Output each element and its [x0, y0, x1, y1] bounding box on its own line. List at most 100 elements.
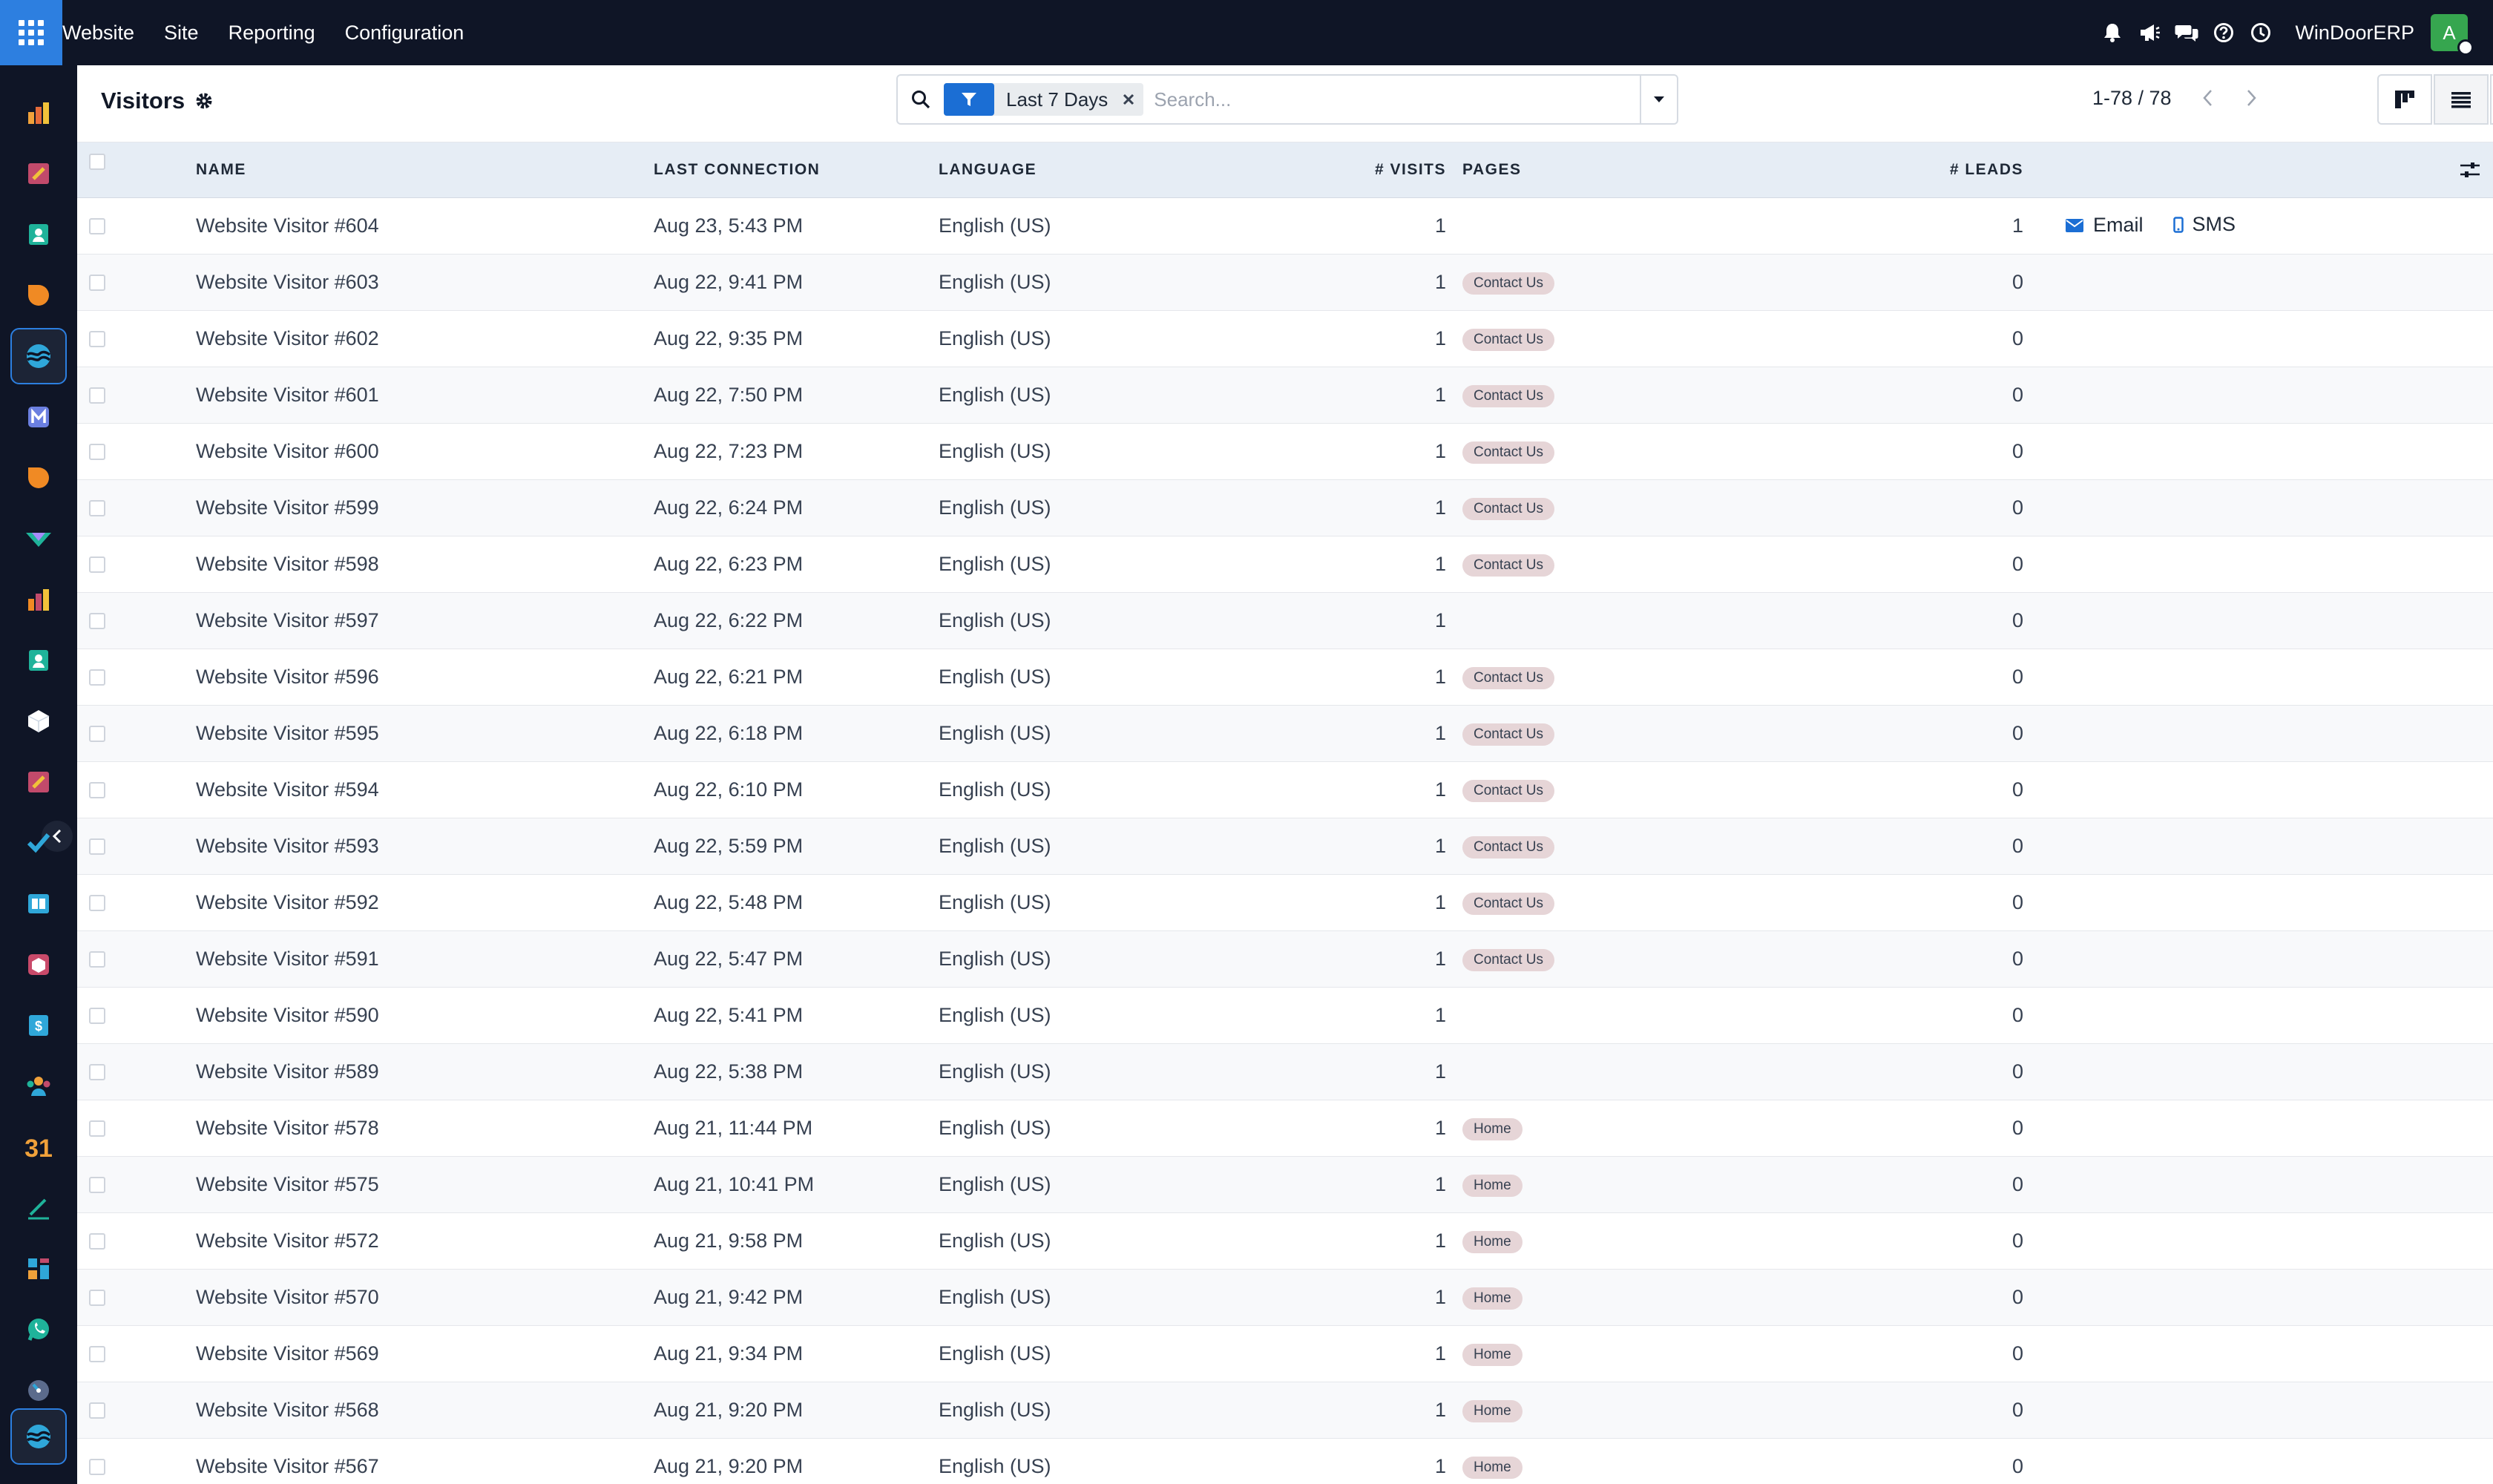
table-row[interactable]: Website Visitor #578 Aug 21, 11:44 PM Engl… [77, 1100, 2493, 1157]
row-checkbox[interactable] [89, 444, 105, 461]
visitor-name[interactable]: Website Visitor #570 [196, 1269, 654, 1326]
visitor-name[interactable]: Website Visitor #592 [196, 874, 654, 931]
row-checkbox[interactable] [89, 613, 105, 630]
menu-configuration[interactable]: Configuration [345, 22, 464, 45]
sms-button[interactable]: SMS [2172, 213, 2236, 236]
table-row[interactable]: Website Visitor #603 Aug 22, 9:41 PM Engli… [77, 254, 2493, 311]
visitor-name[interactable]: Website Visitor #591 [196, 930, 654, 988]
table-row[interactable]: Website Visitor #590 Aug 22, 5:41 PM Engli… [77, 987, 2493, 1044]
rail-app-contacts[interactable] [10, 206, 67, 263]
pager-next-button[interactable] [2230, 75, 2274, 121]
row-checkbox[interactable] [89, 669, 105, 686]
table-row[interactable]: Website Visitor #594 Aug 22, 6:10 PM Engli… [77, 761, 2493, 818]
visitor-name[interactable]: Website Visitor #604 [196, 197, 654, 255]
table-row[interactable]: Website Visitor #591 Aug 22, 5:47 PM Engli… [77, 930, 2493, 988]
menu-website[interactable]: Website [62, 22, 134, 45]
column-header-visits[interactable]: # VISITS [1176, 142, 1462, 198]
column-header-name[interactable]: NAME [196, 142, 654, 198]
row-checkbox[interactable] [89, 1290, 105, 1307]
row-checkbox[interactable] [89, 782, 105, 799]
company-name[interactable]: WinDoorERP [2295, 22, 2414, 45]
row-checkbox[interactable] [89, 1177, 105, 1194]
row-checkbox[interactable] [89, 1459, 105, 1476]
table-row[interactable]: Website Visitor #568 Aug 21, 9:20 PM Engli… [77, 1382, 2493, 1439]
rail-app-reports[interactable] [10, 571, 67, 628]
row-checkbox[interactable] [89, 1402, 105, 1419]
row-checkbox[interactable] [89, 1346, 105, 1363]
app-menu-button[interactable] [0, 0, 62, 65]
table-row[interactable]: Website Visitor #592 Aug 22, 5:48 PM Engli… [77, 874, 2493, 931]
table-row[interactable]: Website Visitor #575 Aug 21, 10:41 PM Engl… [77, 1156, 2493, 1213]
visitor-name[interactable]: Website Visitor #578 [196, 1100, 654, 1157]
column-header-last-connection[interactable]: LAST CONNECTION [654, 142, 939, 198]
optional-columns-toggle[interactable] [2034, 160, 2493, 180]
rail-app-dashboards[interactable] [10, 85, 67, 141]
table-row[interactable]: Website Visitor #598 Aug 22, 6:23 PM Engli… [77, 536, 2493, 593]
rail-app-crm[interactable] [10, 267, 67, 324]
visitor-name[interactable]: Website Visitor #603 [196, 254, 654, 311]
chat-icon[interactable] [2169, 15, 2204, 50]
rail-app-knowledge[interactable] [10, 876, 67, 932]
rail-app-cube[interactable] [10, 936, 67, 993]
rail-app-sign[interactable] [10, 1180, 67, 1236]
table-row[interactable]: Website Visitor #595 Aug 22, 6:18 PM Engli… [77, 705, 2493, 762]
row-checkbox[interactable] [89, 838, 105, 856]
row-checkbox[interactable] [89, 500, 105, 517]
visitor-name[interactable]: Website Visitor #598 [196, 536, 654, 593]
visitor-name[interactable]: Website Visitor #590 [196, 987, 654, 1044]
kanban-view-button[interactable] [2377, 74, 2432, 125]
rail-app-apps[interactable] [10, 1241, 67, 1297]
visitor-name[interactable]: Website Visitor #569 [196, 1325, 654, 1382]
rail-app-team[interactable] [10, 1058, 67, 1114]
row-checkbox[interactable] [89, 218, 105, 235]
column-header-leads[interactable]: # LEADS [1557, 142, 2034, 198]
menu-site[interactable]: Site [164, 22, 199, 45]
row-checkbox[interactable] [89, 275, 105, 292]
visitor-name[interactable]: Website Visitor #567 [196, 1438, 654, 1484]
row-checkbox[interactable] [89, 387, 105, 404]
rail-app-website-current[interactable] [10, 1408, 67, 1465]
rail-app-discuss[interactable] [10, 450, 67, 506]
table-row[interactable]: Website Visitor #567 Aug 21, 9:20 PM Engli… [77, 1438, 2493, 1484]
list-view-button[interactable] [2434, 74, 2489, 125]
row-checkbox[interactable] [89, 1064, 105, 1081]
visitor-name[interactable]: Website Visitor #596 [196, 649, 654, 706]
visitor-name[interactable]: Website Visitor #575 [196, 1156, 654, 1213]
row-checkbox[interactable] [89, 1008, 105, 1025]
visitor-name[interactable]: Website Visitor #601 [196, 367, 654, 424]
row-checkbox[interactable] [89, 1233, 105, 1250]
visitor-name[interactable]: Website Visitor #595 [196, 705, 654, 762]
search-icon[interactable] [898, 76, 944, 123]
menu-reporting[interactable]: Reporting [229, 22, 315, 45]
row-checkbox[interactable] [89, 331, 105, 348]
avatar[interactable]: A [2431, 14, 2474, 56]
table-row[interactable]: Website Visitor #589 Aug 22, 5:38 PM Engli… [77, 1043, 2493, 1100]
row-checkbox[interactable] [89, 951, 105, 968]
pager-value[interactable]: 1-78 / 78 [2092, 87, 2172, 110]
table-row[interactable]: Website Visitor #600 Aug 22, 7:23 PM Engli… [77, 423, 2493, 480]
rail-app-email-marketing[interactable] [10, 389, 67, 445]
table-row[interactable]: Website Visitor #572 Aug 21, 9:58 PM Engli… [77, 1212, 2493, 1270]
search-input[interactable] [1143, 77, 1640, 122]
table-row[interactable]: Website Visitor #570 Aug 21, 9:42 PM Engli… [77, 1269, 2493, 1326]
table-row[interactable]: Website Visitor #601 Aug 22, 7:50 PM Engli… [77, 367, 2493, 424]
rail-app-todo[interactable] [10, 815, 67, 871]
table-row[interactable]: Website Visitor #602 Aug 22, 9:35 PM Engli… [77, 310, 2493, 367]
rail-app-project[interactable] [10, 754, 67, 810]
visitor-name[interactable]: Website Visitor #602 [196, 310, 654, 367]
graph-view-button[interactable] [2490, 74, 2493, 125]
visitor-name[interactable]: Website Visitor #572 [196, 1212, 654, 1270]
megaphone-icon[interactable] [2132, 15, 2167, 50]
visitor-name[interactable]: Website Visitor #568 [196, 1382, 654, 1439]
rail-app-inventory[interactable] [10, 693, 67, 749]
table-row[interactable]: Website Visitor #593 Aug 22, 5:59 PM Engli… [77, 818, 2493, 875]
search-options-toggle[interactable] [1640, 76, 1677, 123]
rail-app-calendar[interactable]: 31 [10, 1119, 67, 1175]
visitor-name[interactable]: Website Visitor #594 [196, 761, 654, 818]
visitor-name[interactable]: Website Visitor #589 [196, 1043, 654, 1100]
row-checkbox[interactable] [89, 895, 105, 912]
table-row[interactable]: Website Visitor #597 Aug 22, 6:22 PM Engli… [77, 592, 2493, 649]
clock-icon[interactable] [2243, 15, 2279, 50]
email-button[interactable]: Email [2065, 214, 2144, 237]
visitor-name[interactable]: Website Visitor #600 [196, 423, 654, 480]
